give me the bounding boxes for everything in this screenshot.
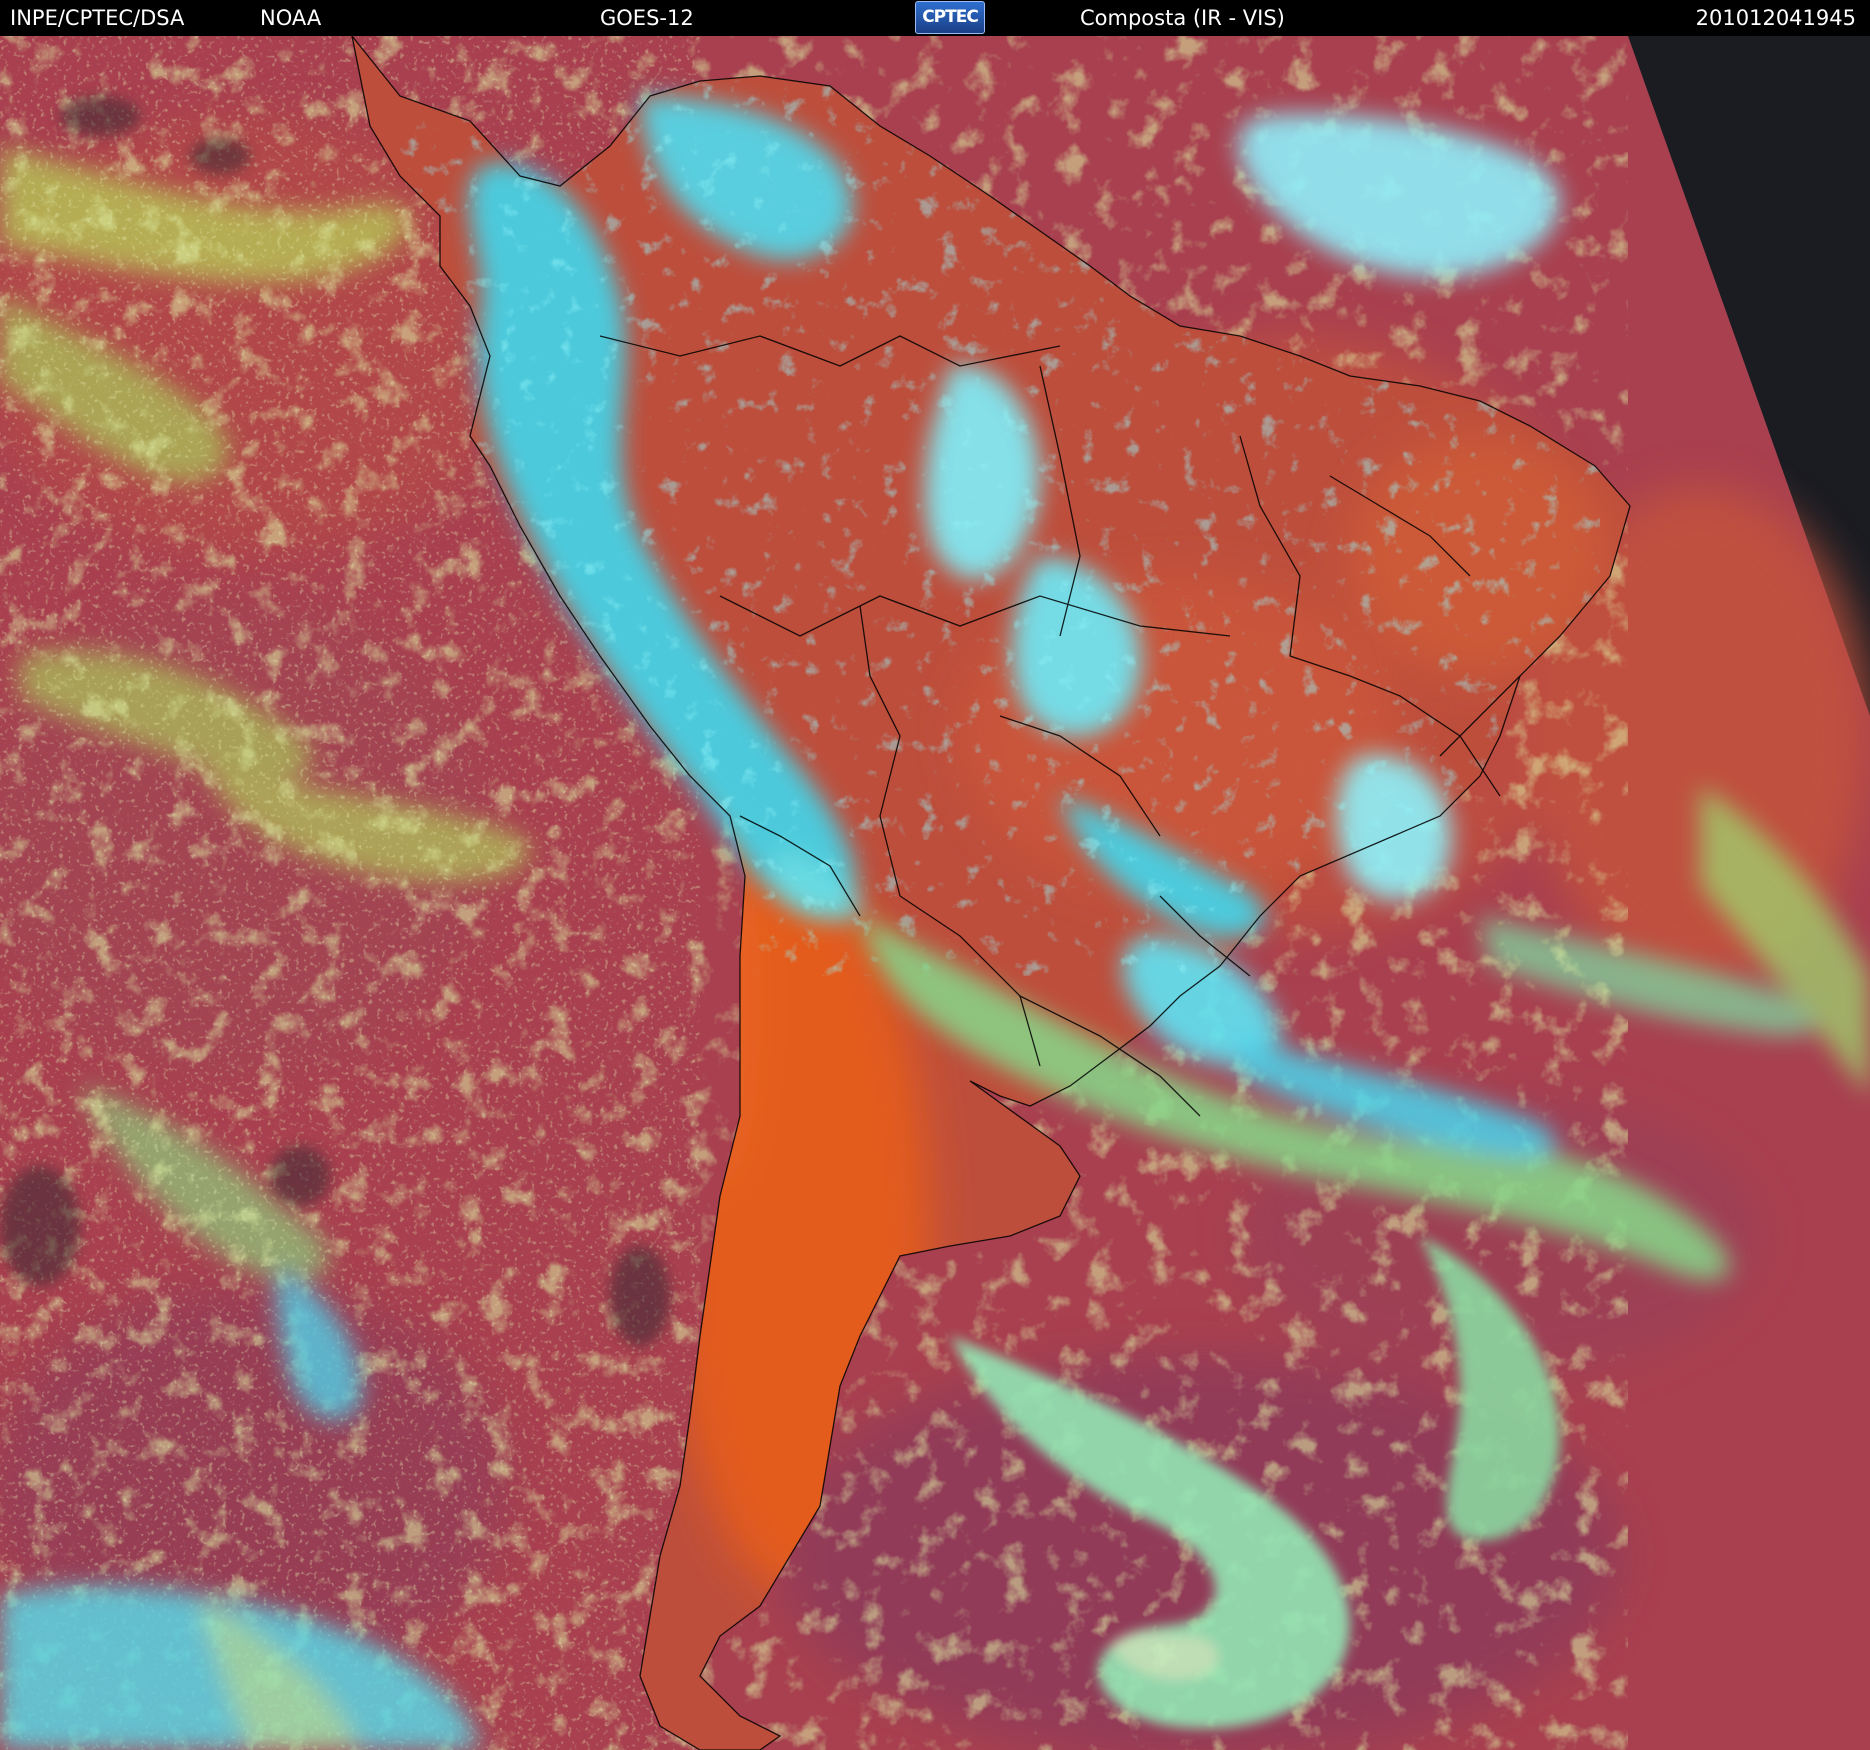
cptec-logo: CPTEC xyxy=(915,1,985,34)
satellite-label: GOES-12 xyxy=(600,6,694,30)
cptec-logo-text: CPTEC xyxy=(922,7,979,27)
agency-label: INPE/CPTEC/DSA xyxy=(10,6,185,30)
source-label: NOAA xyxy=(260,6,322,30)
satellite-image-page: INPE/CPTEC/DSA NOAA GOES-12 CPTEC Compos… xyxy=(0,0,1870,1750)
product-label: Composta (IR - VIS) xyxy=(1080,6,1285,30)
image-header-bar: INPE/CPTEC/DSA NOAA GOES-12 CPTEC Compos… xyxy=(0,0,1870,36)
timestamp-label: 201012041945 xyxy=(1695,6,1856,30)
composite-image-svg xyxy=(0,36,1870,1750)
satellite-composite-image xyxy=(0,36,1870,1750)
